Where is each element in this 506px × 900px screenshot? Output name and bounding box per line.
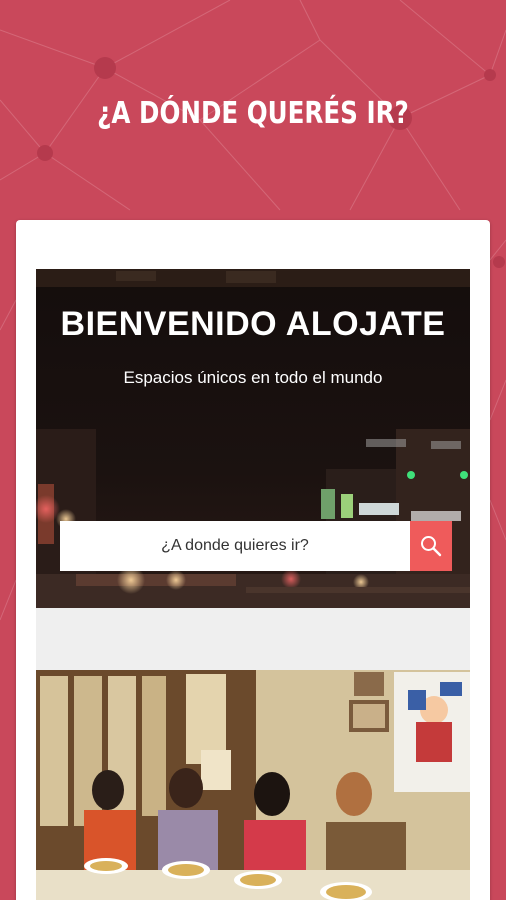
hero-title: BIENVENIDO ALOJATE [60, 305, 446, 343]
page-heading: ¿A DÓNDE QUERÉS IR? [97, 96, 409, 131]
search-bar [60, 521, 452, 571]
section-divider [36, 608, 470, 670]
hero-banner: BIENVENIDO ALOJATE Espacios únicos en to… [36, 269, 470, 608]
hero-subtitle: Espacios únicos en todo el mundo [123, 368, 383, 387]
people-eating-image [36, 670, 470, 900]
search-icon [421, 536, 442, 557]
main-card: BIENVENIDO ALOJATE Espacios únicos en to… [16, 220, 490, 900]
search-input[interactable] [60, 521, 410, 571]
search-button[interactable] [410, 521, 452, 571]
dining-photo [36, 670, 470, 900]
